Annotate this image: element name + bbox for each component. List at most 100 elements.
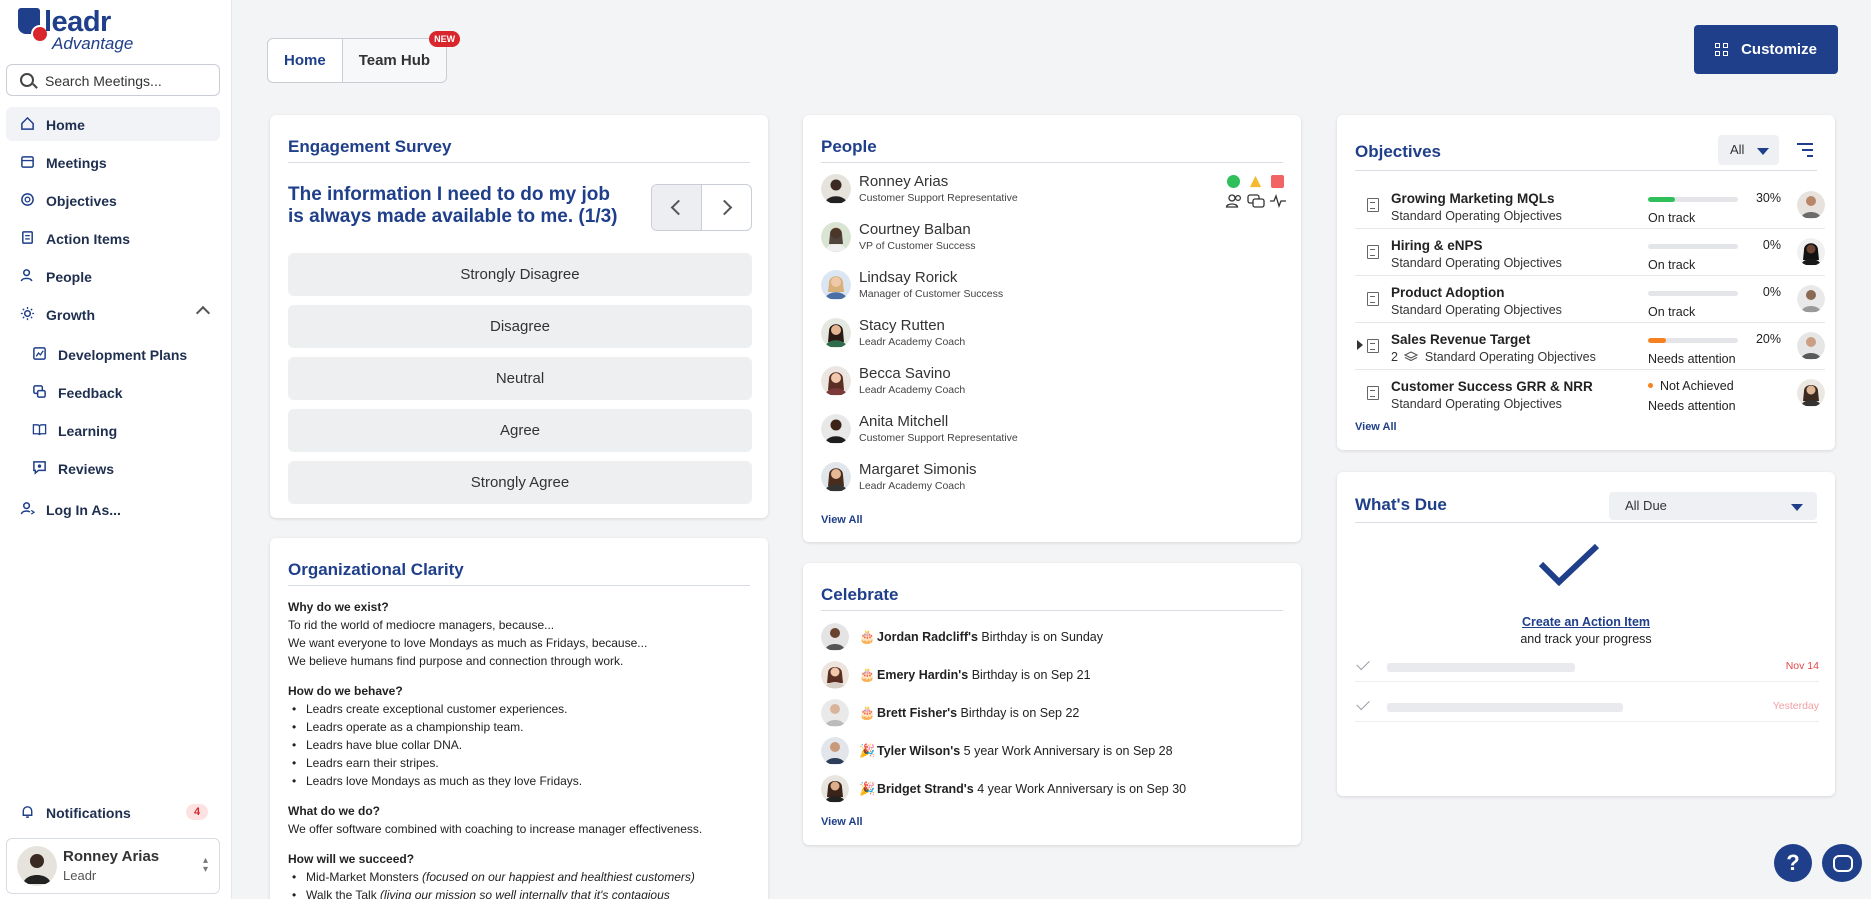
sidebar-item-label: Meetings <box>46 155 107 171</box>
due-filter-dropdown[interactable]: All Due <box>1609 492 1817 520</box>
objective-row[interactable]: Product Adoption Standard Operating Obje… <box>1355 276 1825 323</box>
card-title: Celebrate <box>821 585 899 604</box>
filter-lines-icon[interactable] <box>1797 143 1813 157</box>
sidebar-item-development-plans[interactable]: Development Plans <box>6 337 220 371</box>
due-placeholder-row: Nov 14 <box>1355 652 1819 682</box>
objective-percent: 0% <box>1762 285 1781 299</box>
sidebar-item-home[interactable]: Home <box>6 107 220 141</box>
avatar <box>821 318 851 348</box>
sidebar-item-action-items[interactable]: Action Items <box>6 221 220 255</box>
document-icon <box>1367 198 1379 212</box>
person-row[interactable]: Ronney Arias Customer Support Representa… <box>821 167 1291 207</box>
objective-row[interactable]: Sales Revenue Target 2 Standard Operatin… <box>1355 323 1825 370</box>
target-icon <box>21 193 34 206</box>
document-icon <box>1367 292 1379 306</box>
org-bullets: Mid-Market Monsters (focused on our happ… <box>288 868 758 899</box>
org-bullet-note: (focused on our happiest and healthiest … <box>422 870 695 884</box>
person-row[interactable]: Lindsay Rorick Manager of Customer Succe… <box>821 263 1291 303</box>
org-heading: Why do we exist? <box>288 600 389 614</box>
sidebar-item-feedback[interactable]: Feedback <box>6 375 220 409</box>
objective-status: On track <box>1648 305 1696 319</box>
leadr-logo[interactable]: leadr Advantage <box>18 6 138 53</box>
caret-down-icon <box>1791 504 1803 511</box>
person-name: Lindsay Rorick <box>859 269 958 286</box>
person-row[interactable]: Stacy Rutten Leadr Academy Coach <box>821 311 1291 351</box>
notifications-button[interactable]: Notifications 4 <box>6 795 220 829</box>
customize-button[interactable]: Customize <box>1694 25 1838 74</box>
filter-value: All <box>1730 142 1745 157</box>
objective-percent: 0% <box>1762 238 1781 252</box>
answer-neutral[interactable]: Neutral <box>288 357 752 400</box>
sidebar-item-growth[interactable]: Growth <box>6 297 220 331</box>
create-action-item-link[interactable]: Create an Action Item <box>1337 615 1835 629</box>
person-row[interactable]: Anita Mitchell Customer Support Represen… <box>821 407 1291 447</box>
celebration-name: Brett Fisher's <box>877 706 958 720</box>
search-box <box>6 64 220 96</box>
person-row[interactable]: Courtney Balban VP of Customer Success <box>821 215 1291 255</box>
due-date: Nov 14 <box>1785 660 1819 672</box>
tab-home[interactable]: Home <box>268 39 343 82</box>
sidebar-item-label: Development Plans <box>58 347 188 363</box>
objective-row[interactable]: Hiring & eNPS Standard Operating Objecti… <box>1355 229 1825 276</box>
answer-agree[interactable]: Agree <box>288 409 752 452</box>
objective-progress-bar <box>1648 338 1738 343</box>
survey-question: The information I need to do my job is a… <box>288 184 618 227</box>
calendar-icon <box>21 156 34 168</box>
sidebar-item-reviews[interactable]: Reviews <box>6 451 220 485</box>
user-switcher[interactable]: Ronney Arias Leadr ▴ ▾ <box>6 838 220 894</box>
answer-disagree[interactable]: Disagree <box>288 305 752 348</box>
avatar <box>821 270 851 300</box>
objective-row[interactable]: Growing Marketing MQLs Standard Operatin… <box>1355 182 1825 229</box>
objective-status: Needs attention <box>1648 399 1736 413</box>
org-line: We offer software combined with coaching… <box>288 822 703 836</box>
engagement-survey-card: Engagement Survey The information I need… <box>270 115 768 518</box>
person-title: Leadr Academy Coach <box>859 480 966 492</box>
search-input[interactable] <box>45 71 215 91</box>
answer-strongly-disagree[interactable]: Strongly Disagree <box>288 253 752 296</box>
org-bullet-note: (living our mission so well internally t… <box>380 888 670 899</box>
tab-team-hub[interactable]: Team Hub NEW <box>343 31 461 82</box>
objectives-view-all-link[interactable]: View All <box>1355 421 1397 433</box>
caret-down-icon <box>1757 148 1769 155</box>
card-title: What's Due <box>1355 495 1447 514</box>
sidebar-item-learning[interactable]: Learning <box>6 413 220 447</box>
celebrate-view-all-link[interactable]: View All <box>821 816 863 828</box>
avatar <box>1797 332 1825 360</box>
celebration-row: 🎂 Jordan Radcliff's Birthday is on Sunda… <box>821 621 1301 651</box>
avatar <box>1797 285 1825 313</box>
divider <box>288 162 750 163</box>
celebration-name: Tyler Wilson's <box>877 744 961 758</box>
objective-progress-bar <box>1648 244 1738 249</box>
avatar <box>821 699 849 727</box>
person-row[interactable]: Becca Savino Leadr Academy Coach <box>821 359 1291 399</box>
sidebar-item-people[interactable]: People <box>6 259 220 293</box>
org-clarity-content: Why do we exist? To rid the world of med… <box>288 598 758 899</box>
objective-progress-bar <box>1648 291 1738 296</box>
previous-question-button[interactable] <box>652 185 702 230</box>
celebration-detail: 5 year Work Anniversary is on Sep 28 <box>960 744 1173 758</box>
help-button[interactable]: ? <box>1774 844 1812 882</box>
document-icon <box>1367 245 1379 259</box>
next-question-button[interactable] <box>702 185 751 230</box>
avatar <box>1797 191 1825 219</box>
people-view-all-link[interactable]: View All <box>821 514 863 526</box>
log-in-as-button[interactable]: Log In As... <box>6 492 220 526</box>
celebration-text: Bridget Strand's 4 year Work Anniversary… <box>877 782 1186 796</box>
expand-caret-icon[interactable] <box>1357 340 1363 350</box>
objective-row[interactable]: Customer Success GRR & NRR Standard Oper… <box>1355 370 1825 417</box>
celebration-row: 🎉 Tyler Wilson's 5 year Work Anniversary… <box>821 735 1301 765</box>
sidebar-item-objectives[interactable]: Objectives <box>6 183 220 217</box>
sidebar-item-meetings[interactable]: Meetings <box>6 145 220 179</box>
avatar <box>17 846 57 886</box>
objectives-filter-dropdown[interactable]: All <box>1718 135 1779 165</box>
celebration-name: Bridget Strand's <box>877 782 974 796</box>
org-bullet: Leadrs operate as a championship team. <box>288 718 758 736</box>
person-row[interactable]: Margaret Simonis Leadr Academy Coach <box>821 455 1291 495</box>
answer-strongly-agree[interactable]: Strongly Agree <box>288 461 752 504</box>
divider <box>1355 170 1817 171</box>
feedback-icon <box>33 385 46 398</box>
chat-support-button[interactable] <box>1822 844 1862 882</box>
sidebar-item-label: Growth <box>46 307 95 323</box>
org-line: To rid the world of mediocre managers, b… <box>288 618 555 632</box>
sidebar-item-label: Feedback <box>58 385 123 401</box>
